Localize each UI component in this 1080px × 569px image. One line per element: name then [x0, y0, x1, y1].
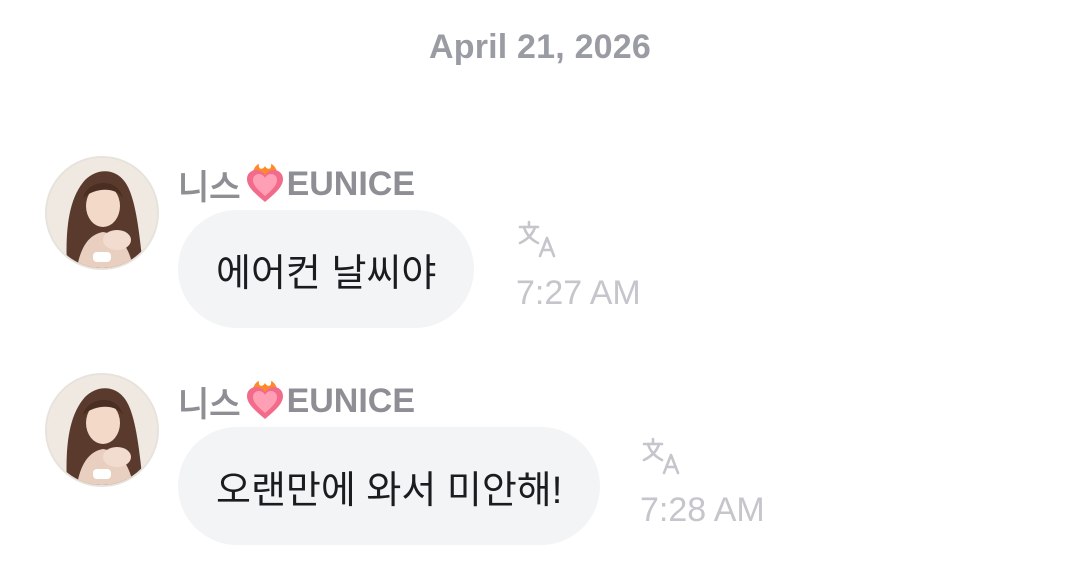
date-divider: April 21, 2026 [428, 28, 652, 66]
sender-name[interactable]: 니스 EUNICE [178, 379, 416, 424]
translate-icon[interactable] [516, 218, 558, 260]
sender-name-suffix: EUNICE [286, 164, 416, 203]
translate-icon[interactable] [640, 435, 682, 477]
message-bubble[interactable]: 에어컨 날씨야 [178, 210, 475, 328]
timestamp: 7:28 AM [640, 491, 765, 529]
chat-screen: April 21, 2026 니스 EUNICE 에어컨 날씨야 7:27 AM… [0, 0, 1080, 569]
sender-name[interactable]: 니스 EUNICE [178, 162, 416, 207]
avatar[interactable] [45, 156, 159, 270]
timestamp: 7:27 AM [516, 274, 641, 312]
sender-name-suffix: EUNICE [286, 381, 416, 420]
message-text: 에어컨 날씨야 [216, 252, 437, 295]
avatar-photo [47, 158, 157, 268]
avatar[interactable] [45, 373, 159, 487]
sender-name-prefix: 니스 [178, 385, 241, 424]
message-text: 오랜만에 와서 미안해! [216, 469, 563, 512]
sender-name-prefix: 니스 [178, 168, 241, 207]
message-bubble[interactable]: 오랜만에 와서 미안해! [178, 427, 601, 545]
heart-on-fire-icon [243, 379, 287, 423]
heart-on-fire-icon [243, 162, 287, 206]
avatar-photo [47, 375, 157, 485]
